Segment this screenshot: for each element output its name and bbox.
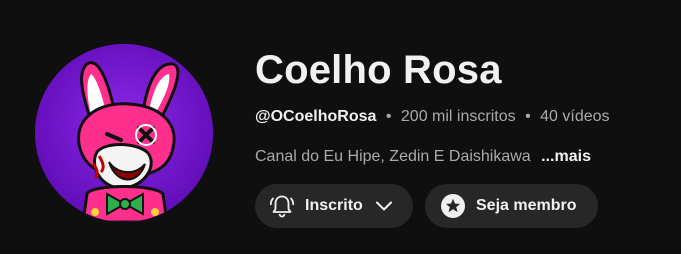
channel-description[interactable]: Canal do Eu Hipe, Zedin E Daishikawa ...… [255,146,610,168]
pink-rabbit-avatar-image [35,44,213,222]
channel-info: Coelho Rosa @OCoelhoRosa • 200 mil inscr… [255,44,610,168]
video-count: 40 vídeos [540,108,610,125]
description-text: Canal do Eu Hipe, Zedin E Daishikawa [255,148,531,165]
channel-actions: Inscrito Seja membro [255,184,598,228]
star-badge-icon [439,192,467,220]
channel-meta: @OCoelhoRosa • 200 mil inscritos • 40 ví… [255,106,610,128]
meta-separator: • [385,108,392,125]
channel-name: Coelho Rosa [255,48,502,92]
join-membership-label: Seja membro [476,197,577,214]
join-membership-button[interactable]: Seja membro [425,184,598,228]
channel-handle: @OCoelhoRosa [255,108,377,125]
meta-separator: • [525,108,531,125]
subscriber-count: 200 mil inscritos [400,108,516,125]
channel-header: Coelho Rosa @OCoelhoRosa • 200 mil inscr… [0,0,681,254]
bell-icon [268,192,296,220]
subscribed-button[interactable]: Inscrito [255,184,413,228]
subscribed-label: Inscrito [305,197,363,214]
chevron-down-icon [372,194,396,218]
channel-avatar[interactable] [35,44,213,222]
more-link[interactable]: ...mais [541,148,591,165]
